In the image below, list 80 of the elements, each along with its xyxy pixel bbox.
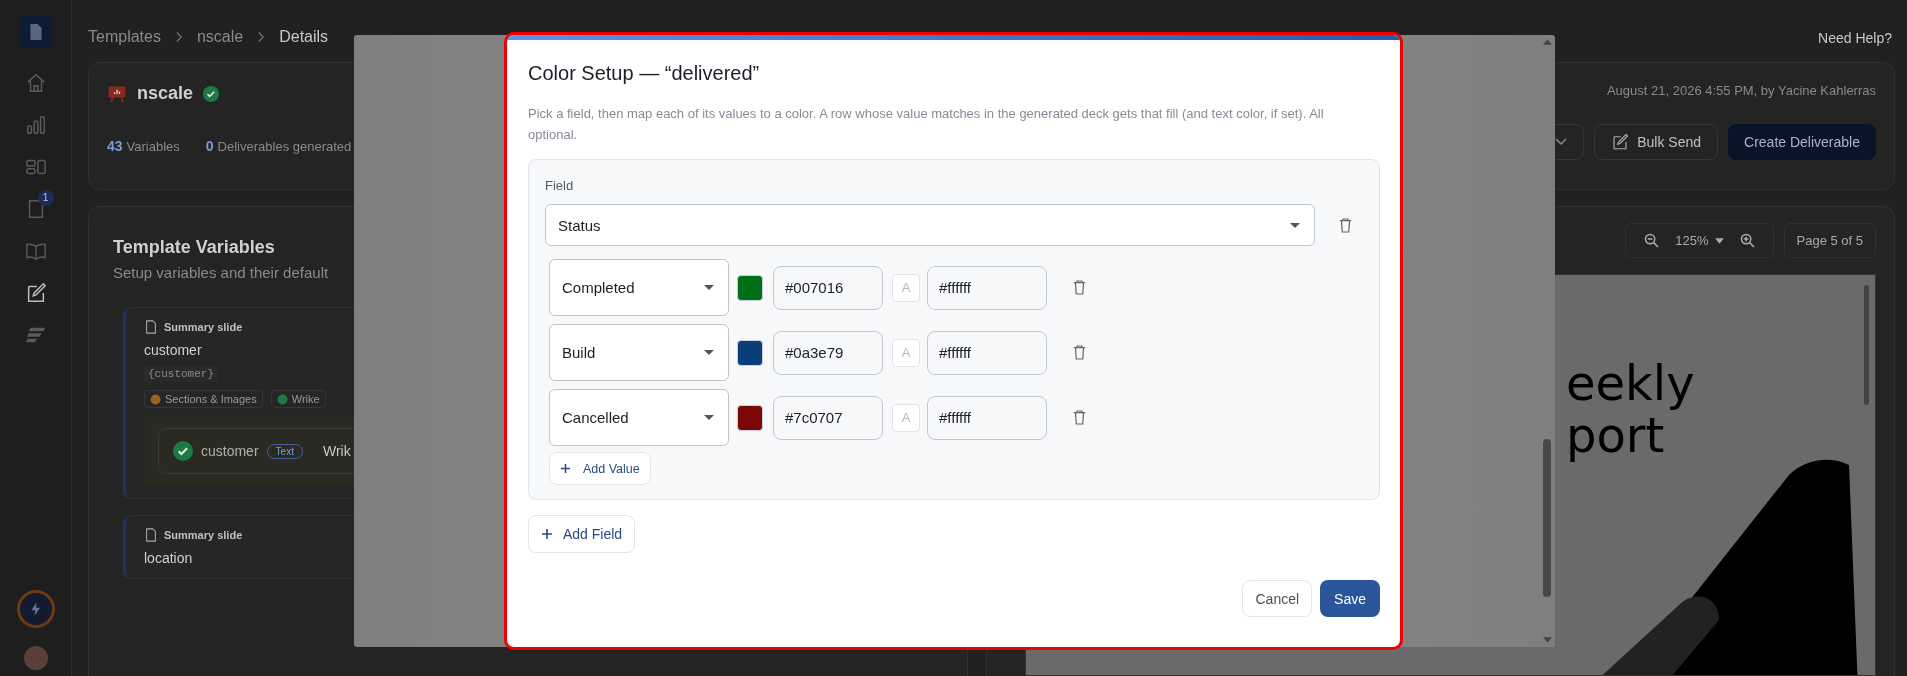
breadcrumb-link[interactable]: Details [279, 28, 329, 46]
fill-color-input[interactable]: #7c0707 [773, 395, 883, 440]
fill-color-swatch[interactable] [737, 404, 763, 431]
document-icon [144, 528, 158, 542]
caret-icon [704, 415, 714, 420]
breadcrumb-link[interactable]: nscale [196, 28, 244, 46]
dialog-description: Pick a field, then map each of its values to a color. A row whose value matches in the generated deck gets that fill (and text color, if set). All optional. [528, 105, 1325, 144]
stat-value: 0 [205, 138, 214, 154]
scrollbar-thumb[interactable] [1864, 285, 1869, 405]
value-select[interactable]: Cancelled [549, 389, 729, 446]
scroll-up-icon[interactable] [1542, 39, 1552, 45]
save-button[interactable]: Save [1320, 580, 1380, 617]
palette-icon [150, 393, 161, 405]
zoom-level[interactable]: 125% [1675, 233, 1709, 248]
zoom-out-icon[interactable] [1644, 233, 1660, 248]
value-select[interactable]: Build [549, 324, 729, 381]
section-subtitle: Setup variables and their default [113, 264, 329, 281]
chevron-right-icon [257, 31, 266, 43]
app-logo[interactable] [19, 16, 52, 48]
template-name: nscale [137, 83, 194, 104]
trash-icon[interactable] [1073, 280, 1086, 295]
notification-badge: 1 [37, 190, 54, 206]
variable-name: customer [144, 342, 202, 358]
slide-title-text: eekly [1566, 357, 1695, 409]
chevron-right-icon [174, 31, 183, 43]
dialog-title: Color Setup — “delivered” [528, 61, 760, 85]
check-circle-icon [276, 393, 288, 405]
user-avatar[interactable] [23, 646, 48, 670]
home-icon[interactable] [24, 72, 47, 94]
trash-icon[interactable] [1073, 410, 1086, 425]
zoom-in-icon[interactable] [1739, 233, 1755, 248]
plus-icon [560, 463, 571, 474]
stat-value: 43 [107, 138, 123, 154]
page-indicator: Page 5 of 5 [1783, 223, 1876, 258]
breadcrumb-link[interactable]: Templates [88, 28, 161, 46]
document-icon [144, 320, 158, 334]
chevron-down-icon [1555, 138, 1568, 146]
text-color-input[interactable]: #ffffff [927, 330, 1047, 375]
caret-icon [1290, 222, 1300, 228]
value-select[interactable]: Completed [549, 259, 729, 316]
scroll-down-icon[interactable] [1542, 637, 1552, 643]
fill-color-input[interactable]: #0a3e79 [773, 330, 883, 375]
scrollbar-thumb[interactable] [1543, 439, 1551, 597]
caret-icon [1714, 237, 1724, 244]
field-label: Field [545, 178, 574, 194]
updated-text: August 21, 2026 4:55 PM, by Yacine Kahlerras [1606, 83, 1876, 98]
chart-icon[interactable] [24, 114, 47, 136]
slide-label: Summary slide [164, 321, 243, 333]
trash-icon[interactable] [1339, 217, 1352, 233]
tag-chip: Wrike [270, 390, 326, 408]
slide-label: Summary slide [164, 529, 243, 541]
caret-icon [704, 350, 714, 355]
mapping-target: Wrik [322, 443, 351, 459]
add-field-button[interactable]: Add Field [528, 515, 636, 553]
text-color-input[interactable]: #ffffff [927, 395, 1047, 440]
fill-color-swatch[interactable] [737, 339, 763, 366]
tag-chip: Sections & Images [144, 390, 263, 408]
stat-label: Variables [126, 139, 180, 154]
cancel-button[interactable]: Cancel [1242, 580, 1313, 617]
mapping-name: customer [201, 443, 259, 459]
create-deliverable-button[interactable]: Create Deliverable [1728, 124, 1876, 160]
variable-token: {customer} [144, 366, 218, 382]
stat-label: Deliverables generated [217, 139, 352, 154]
variable-name: location [144, 550, 193, 566]
caret-icon [704, 285, 714, 290]
document-icon [27, 22, 44, 42]
field-select[interactable]: Status [545, 204, 1315, 246]
fill-color-swatch[interactable] [737, 274, 763, 301]
slide-title-text: port [1566, 409, 1665, 461]
lightning-button[interactable] [16, 590, 55, 628]
bulk-send-button[interactable]: Bulk Send [1594, 124, 1719, 160]
trash-icon[interactable] [1073, 345, 1086, 360]
plus-icon [541, 528, 553, 540]
help-link[interactable]: Need Help? [1818, 30, 1892, 46]
section-title: Template Variables [113, 237, 275, 258]
text-color-input[interactable]: #ffffff [927, 265, 1047, 310]
fill-color-input[interactable]: #007016 [773, 265, 883, 310]
add-value-button[interactable]: Add Value [549, 452, 651, 485]
check-circle-icon [173, 441, 193, 461]
edit-icon [1611, 133, 1630, 151]
